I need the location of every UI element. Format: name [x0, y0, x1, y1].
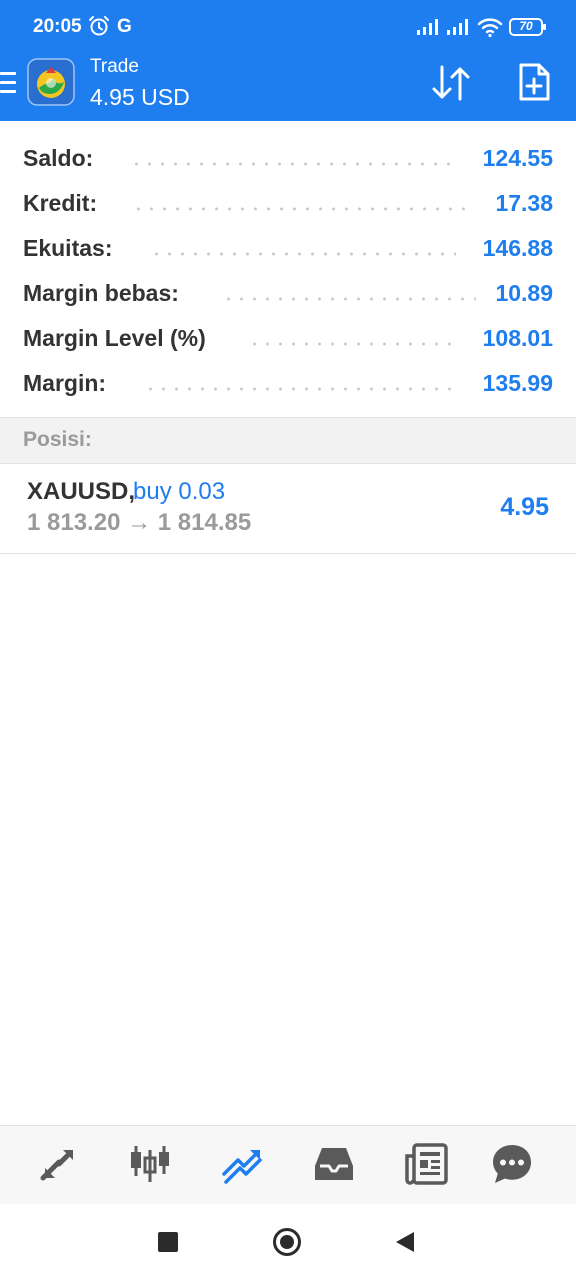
alarm-icon: [87, 14, 111, 43]
new-order-icon[interactable]: [517, 62, 551, 107]
account-label: Margin Level (%): [23, 325, 206, 351]
account-label: Kredit:: [23, 190, 98, 216]
menu-icon[interactable]: [0, 72, 16, 94]
signal-icon-2: [446, 18, 470, 41]
news-icon[interactable]: [404, 1142, 448, 1186]
metatrader-logo: [27, 58, 75, 106]
back-icon[interactable]: [395, 1231, 415, 1258]
status-bar: 20:05 G 70: [0, 0, 576, 56]
account-value: 146.88: [482, 235, 553, 261]
account-value: 10.89: [495, 280, 553, 306]
margin-level-row: Margin Level (%) 108.01: [0, 315, 576, 360]
position-row[interactable]: XAUUSD, buy 0.03 1 813.20 → 1 814.85 4.9…: [0, 463, 576, 554]
account-label: Saldo:: [23, 145, 94, 171]
dot-leader: [130, 162, 458, 166]
account-label: Margin:: [23, 370, 107, 396]
bottom-navigation: [0, 1125, 576, 1204]
system-navigation-bar: [0, 1204, 576, 1280]
dot-leader: [144, 387, 456, 391]
screen-subtitle: 4.95 USD: [90, 84, 190, 110]
account-value: 17.38: [495, 190, 553, 216]
balance-row: Saldo: 124.55: [0, 135, 576, 180]
app-bar: Trade 4.95 USD: [0, 56, 576, 121]
battery-level: 70: [519, 19, 533, 33]
dot-leader: [132, 207, 474, 211]
status-time: 20:05: [33, 16, 82, 37]
trade-icon[interactable]: [220, 1142, 264, 1186]
account-label: Margin bebas:: [23, 280, 179, 306]
sort-icon[interactable]: [430, 63, 472, 108]
account-value: 108.01: [482, 325, 553, 351]
position-prices: 1 813.20 → 1 814.85: [27, 509, 252, 536]
margin-row: Margin: 135.99: [0, 360, 576, 405]
position-profit: 4.95: [500, 493, 549, 521]
recents-icon[interactable]: [158, 1232, 178, 1252]
quotes-icon[interactable]: [37, 1142, 81, 1186]
history-inbox-icon[interactable]: [312, 1142, 356, 1186]
credit-row: Kredit: 17.38: [0, 180, 576, 225]
account-label: Ekuitas:: [23, 235, 113, 261]
chat-icon[interactable]: [490, 1142, 534, 1186]
dot-leader: [150, 252, 456, 256]
account-value: 135.99: [482, 370, 553, 396]
account-value: 124.55: [482, 145, 553, 171]
app-header: 20:05 G 70 Trade 4.95 USD: [0, 0, 576, 121]
position-direction: buy 0.03: [133, 478, 226, 505]
battery-icon: 70: [509, 17, 547, 37]
position-symbol: XAUUSD,: [27, 478, 136, 505]
positions-section-header: Posisi:: [0, 417, 576, 464]
wifi-icon: [477, 16, 503, 43]
signal-icon: [416, 18, 440, 41]
free-margin-row: Margin bebas: 10.89: [0, 270, 576, 315]
chart-candles-icon[interactable]: [128, 1142, 172, 1186]
home-icon[interactable]: [273, 1228, 301, 1256]
positions-label: Posisi:: [23, 428, 92, 451]
dot-leader: [248, 342, 456, 346]
dot-leader: [222, 297, 476, 301]
carrier-icon: G: [117, 16, 132, 37]
equity-row: Ekuitas: 146.88: [0, 225, 576, 270]
screen-title: Trade: [90, 56, 139, 77]
